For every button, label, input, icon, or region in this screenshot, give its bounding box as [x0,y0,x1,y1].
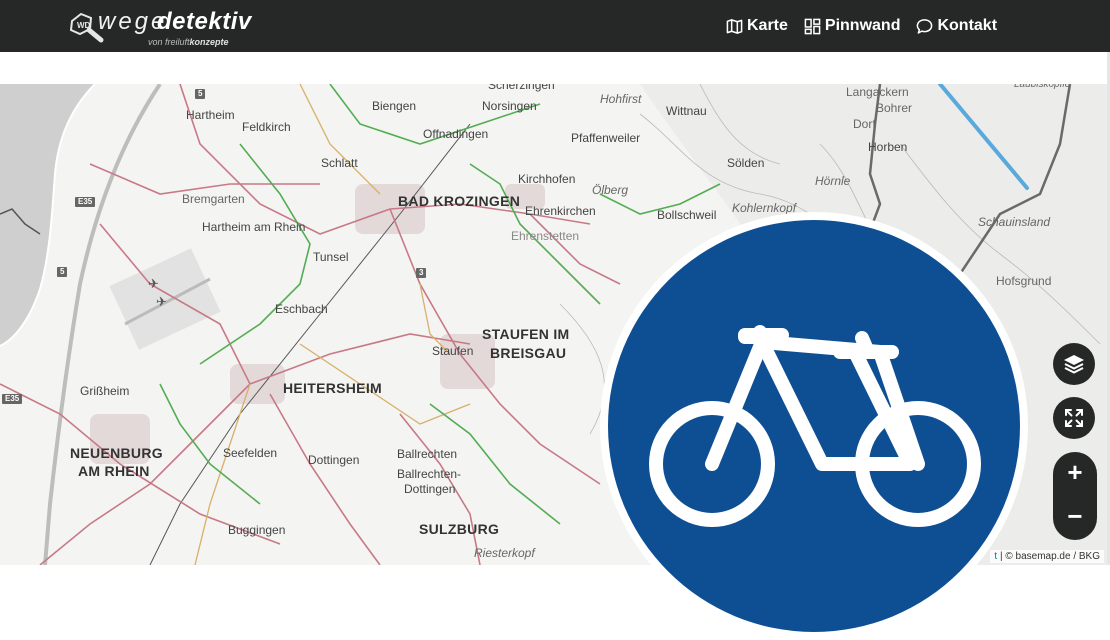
place: Wittnau [666,104,707,118]
place: Eschbach [275,302,328,316]
place: Ballrechten- [397,467,462,481]
top-navigation-bar: WD wege detektiv von freiluftkonzepte Ka… [0,0,1110,52]
place: Bremgarten [182,192,245,206]
place-terrain: Riesterkopf [474,546,535,560]
place-terrain: Hohfirst [600,92,642,106]
nav-karte-label: Karte [747,17,788,34]
road-shield: E35 [75,197,96,207]
place: Hartheim [186,108,235,122]
place: Seefelden [223,446,278,460]
place-terrain: Ölberg [592,183,629,197]
zoom-control: + − [1053,452,1097,540]
place: Langackern [846,85,909,99]
airport-icon: ✈ [148,276,159,291]
place: Staufen [432,344,474,358]
layers-button[interactable] [1053,343,1095,385]
road-shield: 3 [416,268,427,278]
zoom-out-button[interactable]: − [1053,496,1097,540]
place: Horben [868,140,908,154]
logo-sub-prefix: von [148,37,163,47]
nav-karte[interactable]: Karte [726,15,788,37]
place: Dorf [853,117,876,131]
place: Offnadingen [423,127,489,141]
place-staufen-2: BREISGAU [490,345,567,361]
place: Kirchhofen [518,172,576,186]
place: Grißheim [80,384,130,398]
place: Pfaffenweiler [571,131,641,145]
road-shield: E35 [2,394,23,404]
place: Scherzingen [488,84,555,92]
place-staufen-1: STAUFEN IM [482,326,570,342]
place: Bohrer [876,101,913,115]
place-sulzburg: SULZBURG [419,521,500,537]
logo-sub-light: freiluft [165,37,190,47]
place: Dottingen [404,482,456,496]
place: Ehrenstetten [511,229,580,243]
place: Feldkirch [242,120,291,134]
bicycle-route-sign [600,212,1028,640]
logo-sub-bold: konzepte [189,37,229,47]
map-icon [726,18,743,34]
road-shield: 5 [57,267,68,277]
wegedetektiv-logo[interactable]: WD wege detektiv von freiluftkonzepte [68,8,251,48]
header-spacer [0,52,1110,84]
place: Dottingen [308,453,360,467]
place-neuenburg-2: AM RHEIN [78,463,150,479]
nav-pinnwand[interactable]: Pinnwand [804,15,901,37]
bicycle-icon [649,325,981,527]
place: Buggingen [228,523,286,537]
attribution-link[interactable]: t [994,551,997,562]
dashboard-icon [804,18,821,34]
place-terrain: Hörnle [815,174,851,188]
zoom-in-button[interactable]: + [1053,452,1097,496]
expand-icon [1065,409,1083,427]
main-nav: Karte Pinnwand Kontakt [726,15,997,37]
place: Ballrechten [397,447,458,461]
place-terrain: Laubiskopfle [1014,84,1071,90]
place: Schlatt [321,156,358,170]
nav-kontakt[interactable]: Kontakt [916,15,997,37]
place-bad-krozingen: BAD KROZINGEN [398,193,521,209]
place: Biengen [372,99,417,113]
map-attribution: t | © basemap.de / BKG [990,550,1104,563]
road-shield: 5 [195,89,206,99]
airport-icon: ✈ [156,294,167,309]
attribution-text: | © basemap.de / BKG [999,551,1100,562]
place: Hartheim am Rhein [202,220,306,234]
place: Norsingen [482,99,537,113]
layers-icon [1064,355,1084,374]
logo-text-detektiv: detektiv [157,8,252,35]
nav-kontakt-label: Kontakt [937,17,998,34]
place: Tunsel [313,250,349,264]
place: Sölden [727,156,765,170]
logo-subtitle: von freiluftkonzepte [148,37,229,47]
place: Ehrenkirchen [525,204,596,218]
place-neuenburg-1: NEUENBURG [70,445,163,461]
nav-pinnwand-label: Pinnwand [824,17,901,34]
fullscreen-button[interactable] [1053,397,1095,439]
place-heitersheim: HEITERSHEIM [283,380,382,396]
chat-bubble-icon [917,18,933,34]
